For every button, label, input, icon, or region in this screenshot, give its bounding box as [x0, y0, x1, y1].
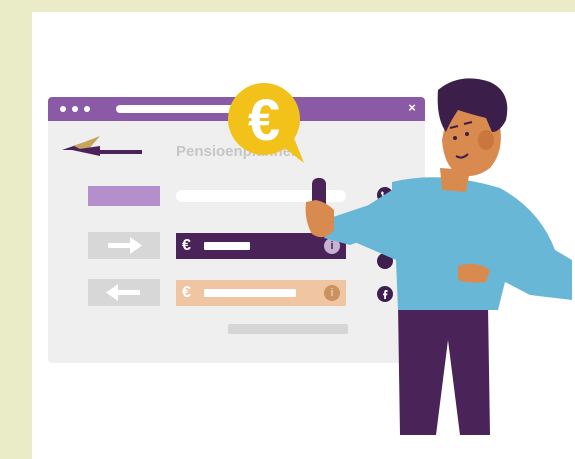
back-button[interactable]: [88, 279, 160, 306]
arrow-left-icon: [106, 284, 140, 301]
window-dot-icon: [60, 106, 66, 112]
euro-icon: €: [182, 237, 191, 254]
amount-value-bar: [204, 242, 250, 250]
person-illustration: [305, 78, 572, 435]
app-logo-icon: [62, 136, 142, 156]
window-dot-icon: [72, 106, 78, 112]
window-dot-icon: [84, 106, 90, 112]
euro-icon: €: [182, 284, 191, 301]
amount-value-bar: [204, 289, 296, 297]
address-bar[interactable]: [116, 105, 236, 113]
arrow-right-icon: [108, 237, 142, 254]
next-button[interactable]: [88, 232, 160, 259]
form-label-bar: [88, 186, 160, 206]
